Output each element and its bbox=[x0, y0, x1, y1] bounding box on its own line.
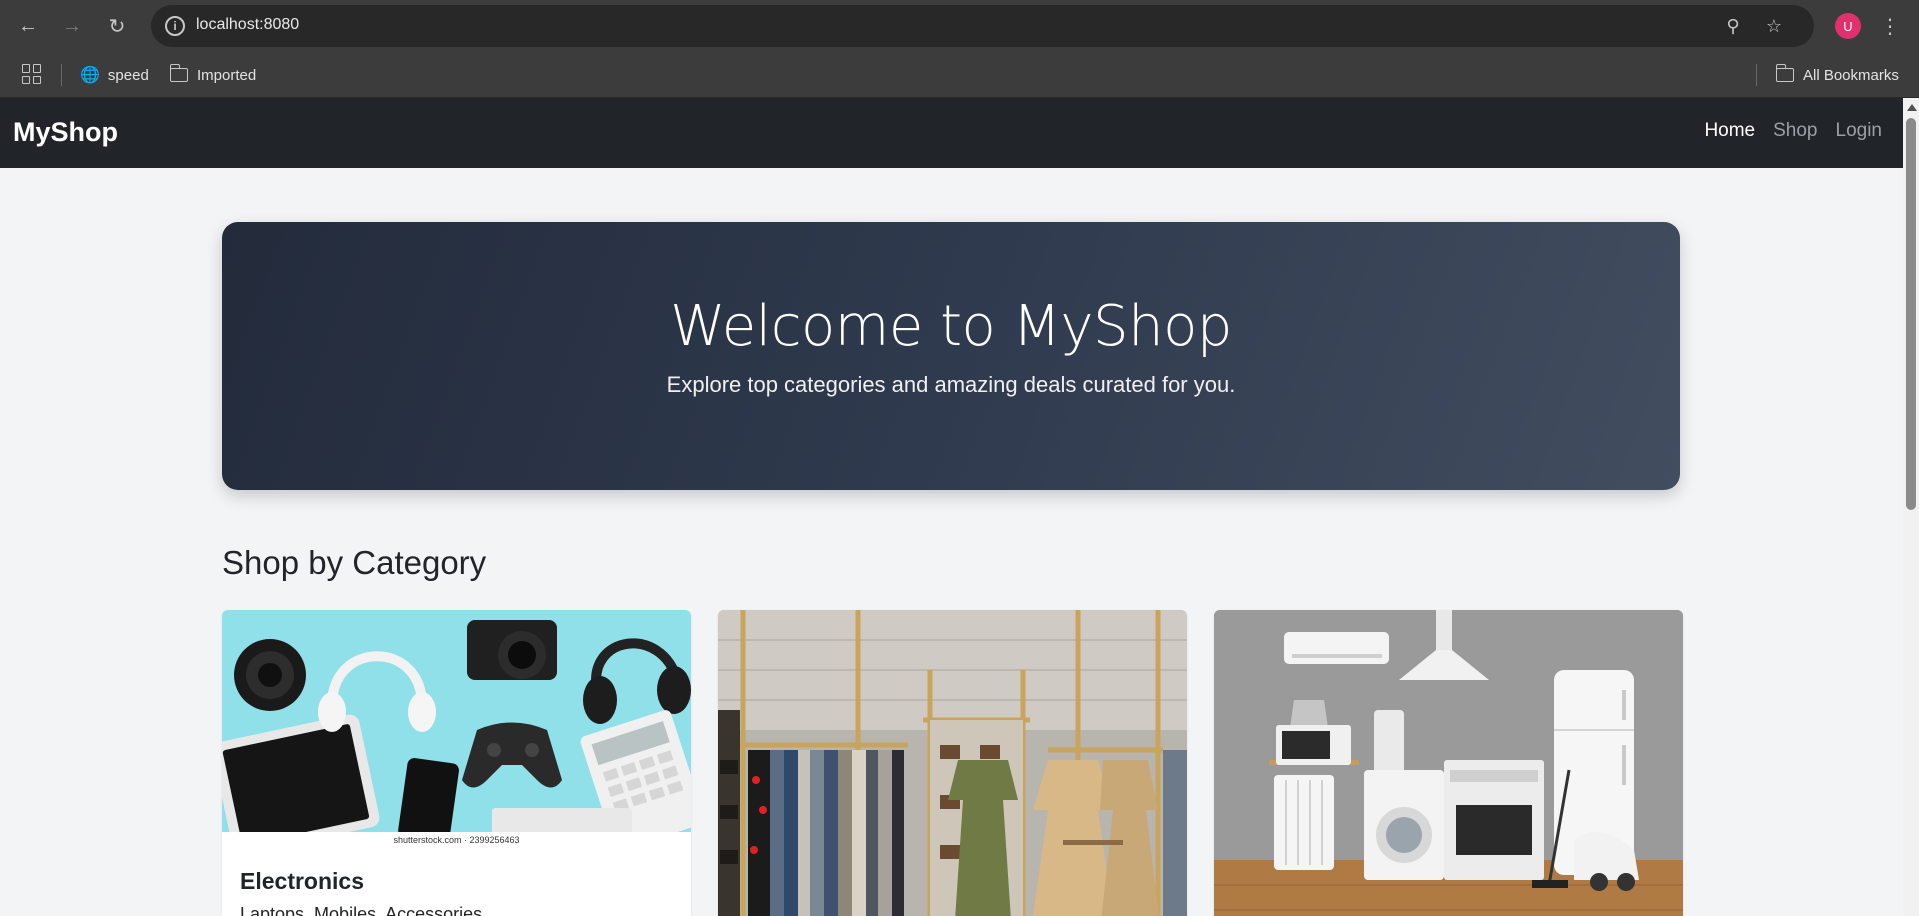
site-navbar: MyShop Home Shop Login bbox=[0, 98, 1903, 168]
bookmark-speed[interactable]: 🌐 speed bbox=[80, 64, 149, 86]
card-title[interactable]: Electronics bbox=[240, 868, 364, 895]
hero-banner: Welcome to MyShop Explore top categories… bbox=[222, 222, 1680, 490]
category-section-heading: Shop by Category bbox=[222, 544, 487, 581]
zoom-icon[interactable]: ⚲ bbox=[1721, 14, 1745, 38]
scroll-thumb[interactable] bbox=[1906, 118, 1916, 510]
appliances-image bbox=[1214, 610, 1683, 916]
electronics-image: shutterstock.com · 2399256463 bbox=[222, 610, 691, 848]
hero-title: Welcome to MyShop bbox=[670, 294, 1232, 359]
folder-icon bbox=[1775, 64, 1794, 82]
page-scrollbar[interactable] bbox=[1903, 98, 1919, 916]
address-bar-url[interactable]: localhost:8080 bbox=[196, 16, 299, 34]
category-card-appliances[interactable] bbox=[1214, 610, 1683, 916]
address-bar[interactable]: i localhost:8080 ⚲ ☆ bbox=[151, 5, 1814, 47]
bookmarks-bar: 🌐 speed Imported All Bookmarks bbox=[0, 52, 1919, 98]
globe-icon: 🌐 bbox=[80, 67, 100, 84]
clothing-store-illustration bbox=[718, 610, 1187, 916]
nav-link-login[interactable]: Login bbox=[1836, 120, 1883, 142]
nav-link-shop[interactable]: Shop bbox=[1773, 120, 1817, 142]
scroll-up-arrow-icon[interactable] bbox=[1907, 104, 1917, 111]
apps-grid-icon[interactable] bbox=[22, 64, 42, 84]
page-viewport: MyShop Home Shop Login Welcome to MyShop… bbox=[0, 98, 1903, 916]
site-info-icon[interactable]: i bbox=[165, 16, 185, 36]
all-bookmarks-label: All Bookmarks bbox=[1803, 66, 1899, 84]
image-caption: shutterstock.com · 2399256463 bbox=[222, 832, 691, 848]
bookmarks-separator bbox=[61, 64, 62, 86]
nav-link-home[interactable]: Home bbox=[1704, 120, 1755, 142]
site-brand[interactable]: MyShop bbox=[13, 117, 118, 148]
back-icon[interactable]: ← bbox=[14, 12, 42, 40]
card-description: Laptops, Mobiles, Accessories bbox=[240, 904, 483, 916]
reload-icon[interactable]: ↻ bbox=[103, 12, 131, 40]
nav-links: Home Shop Login bbox=[1704, 120, 1882, 142]
all-bookmarks-folder[interactable]: All Bookmarks bbox=[1775, 64, 1899, 86]
bookmark-label: Imported bbox=[197, 66, 257, 84]
category-card-fashion[interactable] bbox=[718, 610, 1187, 916]
bookmark-label: speed bbox=[107, 66, 149, 84]
fashion-image bbox=[718, 610, 1187, 916]
profile-avatar[interactable]: U bbox=[1835, 13, 1861, 39]
category-card-electronics[interactable]: shutterstock.com · 2399256463 Electronic… bbox=[222, 610, 691, 916]
bookmark-folder-imported[interactable]: Imported bbox=[169, 64, 257, 86]
bookmarks-separator bbox=[1756, 64, 1757, 86]
bookmark-star-icon[interactable]: ☆ bbox=[1762, 14, 1786, 38]
browser-toolbar: ← → ↻ i localhost:8080 ⚲ ☆ U ⋮ bbox=[0, 0, 1919, 52]
forward-icon[interactable]: → bbox=[58, 12, 86, 40]
home-appliances-illustration bbox=[1214, 610, 1683, 916]
browser-menu-icon[interactable]: ⋮ bbox=[1880, 12, 1900, 40]
electronics-illustration bbox=[222, 610, 691, 848]
folder-icon bbox=[169, 64, 188, 82]
hero-subtitle: Explore top categories and amazing deals… bbox=[666, 372, 1236, 397]
